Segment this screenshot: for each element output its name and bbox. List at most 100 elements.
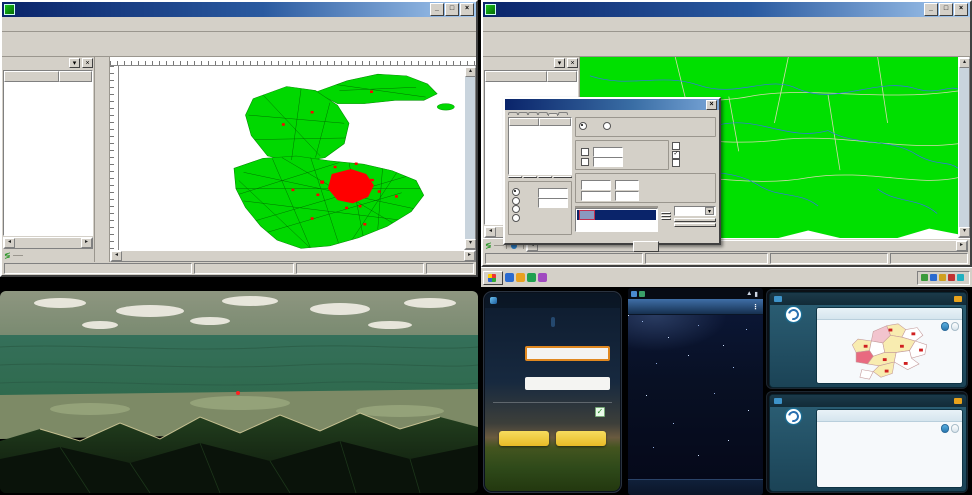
- field-down-button[interactable]: [661, 218, 671, 220]
- refresh-button[interactable]: [941, 424, 949, 433]
- map-hscrollbar[interactable]: ◂▸: [110, 250, 476, 262]
- tray-icon-2[interactable]: [930, 274, 937, 281]
- title-right-icon[interactable]: [954, 398, 962, 404]
- remove-button[interactable]: [523, 176, 537, 178]
- password-input[interactable]: [525, 377, 610, 390]
- shanghai-map: [119, 66, 464, 250]
- editor-titlebar: _ □ ×: [2, 2, 476, 17]
- upper-field[interactable]: [593, 147, 623, 157]
- panel-close-icon[interactable]: ×: [82, 58, 93, 68]
- thickness-field[interactable]: [538, 188, 568, 198]
- quicklaunch-ie-icon[interactable]: [505, 273, 514, 282]
- apply-button[interactable]: [538, 176, 552, 178]
- upper-checkbox[interactable]: [581, 148, 589, 156]
- layer-properties-dialog: ×: [503, 97, 721, 245]
- maximize-button[interactable]: □: [445, 3, 459, 16]
- lower-field[interactable]: [593, 157, 623, 167]
- map-vscrollbar[interactable]: ▴▾: [464, 66, 476, 250]
- legend-param-button[interactable]: [674, 223, 716, 227]
- wifi-icon: ▲: [746, 290, 752, 297]
- temperature-line-chart[interactable]: [819, 442, 963, 486]
- attr-field-select[interactable]: ▾: [674, 206, 716, 216]
- field-remove-button[interactable]: [661, 215, 671, 217]
- tray-icon-1[interactable]: [921, 274, 928, 281]
- login-screen: ✓: [483, 291, 622, 493]
- panel-close-icon[interactable]: ×: [567, 58, 578, 68]
- tab-layer-info[interactable]: [558, 112, 568, 115]
- dir-up-radio[interactable]: [512, 188, 520, 196]
- workspace-icon: ≶: [4, 251, 11, 260]
- dir-right-radio[interactable]: [512, 214, 520, 222]
- layer-control-tab[interactable]: [494, 245, 504, 246]
- map-marker[interactable]: [236, 391, 240, 395]
- login-button[interactable]: [499, 431, 549, 446]
- refresh-button[interactable]: [941, 322, 949, 331]
- quicklaunch-media-icon[interactable]: [538, 273, 547, 282]
- close-button[interactable]: ×: [954, 3, 968, 16]
- maximize-button[interactable]: □: [939, 3, 953, 16]
- dialog-close-icon[interactable]: ×: [706, 100, 717, 110]
- panel-hscrollbar[interactable]: ◂▸: [3, 237, 93, 249]
- tray-icon-4[interactable]: [948, 274, 955, 281]
- panel-pin-icon[interactable]: ▾: [69, 58, 80, 68]
- editor-map-canvas[interactable]: [119, 66, 464, 250]
- file-col-header[interactable]: [4, 71, 59, 82]
- dir-left-radio[interactable]: [512, 205, 520, 213]
- min-value-field[interactable]: [581, 191, 611, 201]
- terrain-3d-view[interactable]: [0, 291, 478, 493]
- remember-checkbox[interactable]: ✓: [595, 407, 605, 417]
- app-icon: [485, 4, 496, 15]
- tray-icon-5[interactable]: [957, 274, 964, 281]
- field-add-button[interactable]: [661, 212, 671, 214]
- tray-icon-3[interactable]: [939, 274, 946, 281]
- exit-button[interactable]: [633, 241, 659, 252]
- exit-button[interactable]: [556, 431, 606, 446]
- status-coordinates: [296, 263, 424, 274]
- account-input[interactable]: [525, 346, 610, 361]
- visible-checkbox[interactable]: ✓: [672, 151, 680, 159]
- status-coordinates: [770, 253, 888, 264]
- width-field[interactable]: [538, 198, 568, 208]
- quicklaunch-desktop-icon[interactable]: [527, 273, 536, 282]
- tab-relation[interactable]: [538, 112, 548, 115]
- fullmap-button[interactable]: [951, 322, 959, 331]
- world-vscrollbar[interactable]: ▴▾: [958, 57, 970, 238]
- tab-thematic[interactable]: [548, 113, 558, 116]
- legend-button[interactable]: [553, 176, 572, 178]
- windows-taskbar: [481, 267, 972, 287]
- add-button[interactable]: [508, 176, 522, 178]
- tablet-chart-screen: [766, 391, 968, 493]
- title-right-icon[interactable]: [954, 296, 962, 302]
- transparent-checkbox[interactable]: [672, 142, 680, 150]
- quicklaunch-folder-icon[interactable]: [516, 273, 525, 282]
- type-col-header[interactable]: [59, 71, 92, 82]
- max-pixel-field[interactable]: [615, 180, 639, 190]
- status-scale: [890, 253, 968, 264]
- graph-param-button[interactable]: [674, 218, 716, 222]
- tab-select-mode[interactable]: [528, 112, 538, 115]
- semi-transparent-checkbox[interactable]: [672, 159, 680, 167]
- tab-label[interactable]: [518, 112, 528, 115]
- pie-radio[interactable]: [603, 122, 611, 130]
- workspace-tab[interactable]: [13, 255, 23, 256]
- minimize-button[interactable]: _: [430, 3, 444, 16]
- lower-checkbox[interactable]: [581, 158, 589, 166]
- usb-icon: [639, 291, 645, 297]
- min-pixel-field[interactable]: [615, 191, 639, 201]
- start-button[interactable]: [483, 271, 503, 285]
- minimize-button[interactable]: _: [924, 3, 938, 16]
- tab-display[interactable]: [508, 112, 518, 115]
- layer-type-col-header[interactable]: [547, 71, 577, 82]
- export-button[interactable]: [951, 424, 959, 433]
- layer-col-header[interactable]: [485, 71, 547, 82]
- panel-pin-icon[interactable]: ▾: [554, 58, 565, 68]
- dlg-col-type[interactable]: [509, 118, 539, 126]
- dlg-col-name[interactable]: [539, 118, 571, 126]
- dir-down-radio[interactable]: [512, 197, 520, 205]
- histogram-radio[interactable]: [579, 122, 587, 130]
- header-more-icon[interactable]: ⋮: [752, 303, 759, 311]
- close-button[interactable]: ×: [460, 3, 474, 16]
- max-value-field[interactable]: [581, 180, 611, 190]
- editor-map-area: ▴▾ ◂▸: [110, 57, 476, 262]
- editor-window: _ □ × ▾ × ◂▸ ≶: [0, 0, 478, 277]
